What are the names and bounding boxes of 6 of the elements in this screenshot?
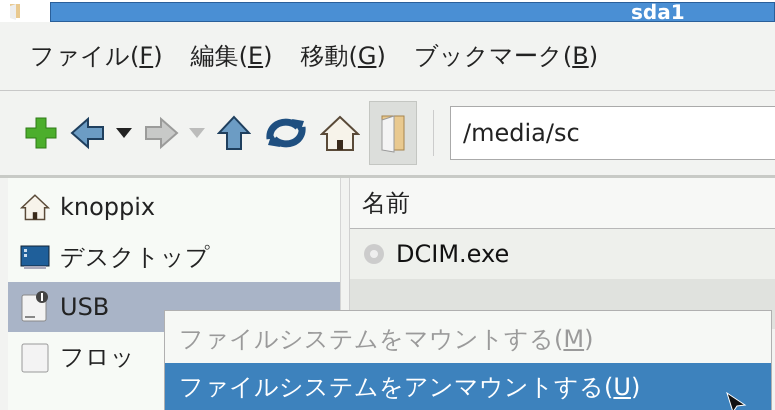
sidebar-item-label: USB [60,293,110,321]
sidebar-item-label: フロッ [60,342,135,373]
file-name: DCIM.exe [396,240,510,268]
sidebar-item-label: knoppix [60,193,156,221]
window-title: sda1 [631,3,685,21]
sidebar-item-label: デスクトップ [60,242,210,273]
